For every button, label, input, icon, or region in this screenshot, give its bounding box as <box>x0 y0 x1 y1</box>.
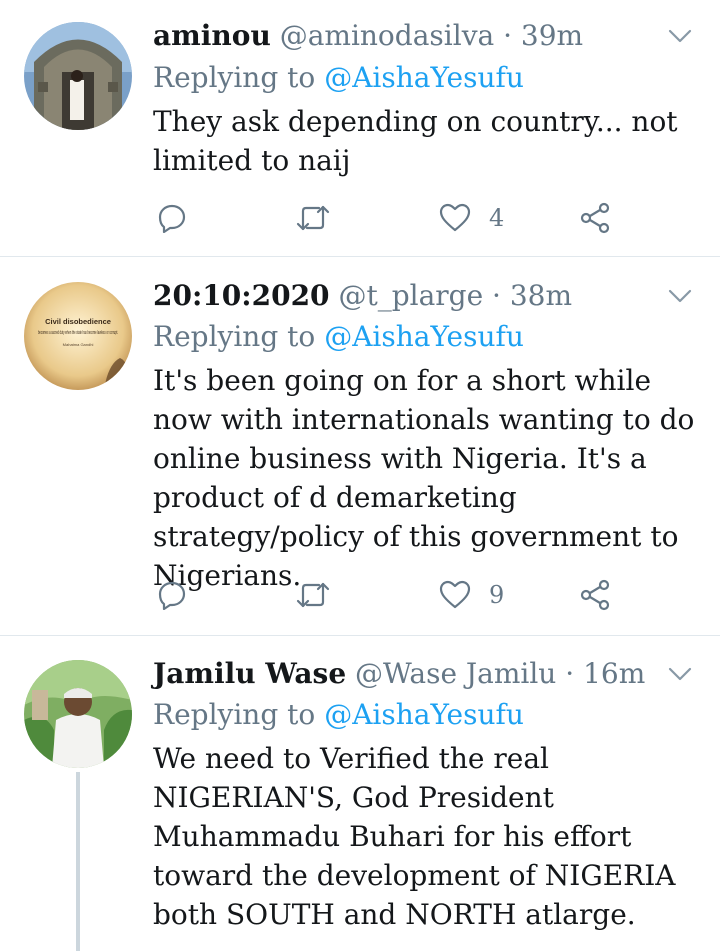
timestamp[interactable]: 39m <box>521 19 583 52</box>
retweet-button[interactable] <box>295 575 331 615</box>
timestamp[interactable]: 38m <box>510 279 572 312</box>
avatar[interactable] <box>24 22 132 130</box>
share-icon <box>580 202 610 234</box>
reply-button[interactable] <box>157 575 187 615</box>
tweet-3[interactable]: Jamilu Wase @Wase Jamilu · 16m Replying … <box>0 636 720 951</box>
replying-to-line: Replying to @AishaYesufu <box>153 58 524 98</box>
like-icon <box>439 580 471 609</box>
tweet-text: They ask depending on country... not lim… <box>153 105 678 177</box>
reply-icon <box>158 204 186 233</box>
avatar-quote-author: Mahatma Gandhi <box>63 342 94 347</box>
share-button[interactable] <box>579 198 611 238</box>
user-handle[interactable]: @Wase Jamilu <box>355 657 556 690</box>
replying-to-label: Replying to <box>153 320 316 353</box>
display-name[interactable]: aminou <box>153 19 271 52</box>
like-button[interactable]: 4 <box>439 198 504 238</box>
share-icon <box>580 579 610 611</box>
user-handle[interactable]: @t_plarge <box>338 279 483 312</box>
action-bar: 4 <box>153 198 633 238</box>
mention-link[interactable]: @AishaYesufu <box>324 61 524 94</box>
separator-dot: · <box>565 657 575 690</box>
like-icon <box>439 203 471 232</box>
display-name[interactable]: Jamilu Wase <box>153 657 346 690</box>
replying-to-label: Replying to <box>153 61 316 94</box>
tweet-text: We need to Verified the real NIGERIAN'S,… <box>153 742 676 931</box>
display-name[interactable]: 20:10:2020 <box>153 279 330 312</box>
mention-link[interactable]: @AishaYesufu <box>324 698 524 731</box>
chevron-down-icon[interactable] <box>668 662 692 686</box>
retweet-button[interactable] <box>295 198 331 238</box>
thread-line <box>76 772 80 951</box>
avatar[interactable] <box>24 660 132 768</box>
avatar[interactable]: Civil disobedience becomes a sacred duty… <box>24 282 132 390</box>
replying-to-line: Replying to @AishaYesufu <box>153 695 524 735</box>
chevron-down-icon[interactable] <box>668 24 692 48</box>
avatar-quote-text: becomes a sacred duty when the state has… <box>38 330 118 336</box>
like-button[interactable]: 9 <box>439 575 504 615</box>
chevron-down-icon[interactable] <box>668 284 692 308</box>
timestamp[interactable]: 16m <box>583 657 645 690</box>
like-count: 9 <box>489 581 505 609</box>
replying-to-label: Replying to <box>153 698 316 731</box>
share-button[interactable] <box>579 575 611 615</box>
action-bar: 9 <box>153 575 633 615</box>
tweet-text: It's been going on for a short while now… <box>153 364 695 592</box>
mention-link[interactable]: @AishaYesufu <box>324 320 524 353</box>
user-handle[interactable]: @aminodasilva <box>280 19 495 52</box>
avatar-quote-title: Civil disobedience <box>45 317 111 326</box>
tweet-2[interactable]: Civil disobedience becomes a sacred duty… <box>0 257 720 635</box>
tweet-1[interactable]: aminou @aminodasilva · 39m Replying to @… <box>0 0 720 256</box>
like-count: 4 <box>489 204 505 232</box>
retweet-icon <box>296 205 330 231</box>
separator-dot: · <box>492 279 501 312</box>
replying-to-line: Replying to @AishaYesufu <box>153 317 524 357</box>
reply-button[interactable] <box>157 198 187 238</box>
retweet-icon <box>296 582 330 608</box>
separator-dot: · <box>503 19 513 52</box>
reply-icon <box>158 581 186 610</box>
